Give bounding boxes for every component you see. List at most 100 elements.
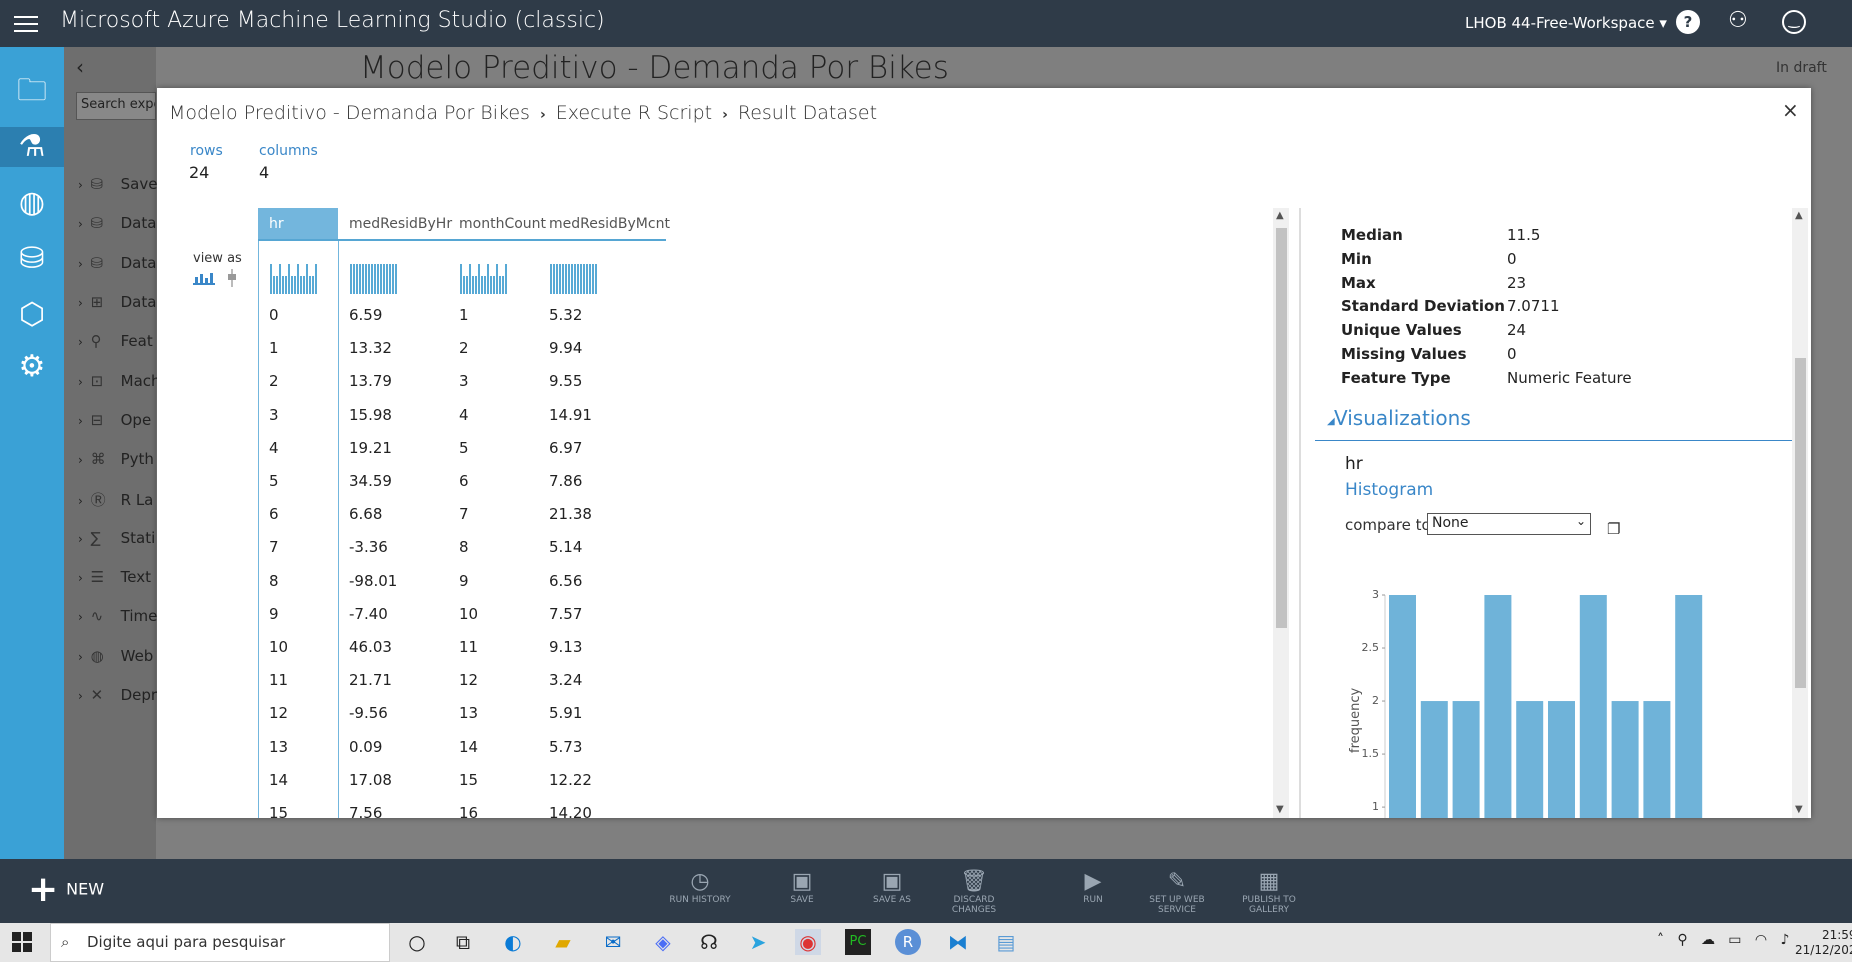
discard-changes-button[interactable]: 🗑 DISCARD CHANGES: [937, 869, 1011, 915]
scroll-up-icon[interactable]: ▲: [1276, 210, 1284, 221]
run-button[interactable]: ▶ RUN: [1056, 869, 1130, 905]
table-cell[interactable]: 15: [459, 771, 478, 789]
run-history-button[interactable]: ◷ RUN HISTORY: [663, 869, 737, 905]
table-cell[interactable]: 6: [269, 505, 279, 523]
table-cell[interactable]: 4: [269, 439, 279, 457]
table-cell[interactable]: 46.03: [349, 638, 392, 656]
close-button[interactable]: ×: [1782, 98, 1799, 122]
table-cell[interactable]: 1: [459, 306, 469, 324]
table-cell[interactable]: 14: [269, 771, 288, 789]
table-cell[interactable]: 13: [459, 704, 478, 722]
table-cell[interactable]: 4: [459, 406, 469, 424]
table-cell[interactable]: -9.56: [349, 704, 388, 722]
table-cell[interactable]: 6.59: [349, 306, 382, 324]
table-cell[interactable]: 3.24: [549, 671, 582, 689]
table-cell[interactable]: 9.13: [549, 638, 582, 656]
column-mini-histogram[interactable]: [270, 264, 318, 294]
table-cell[interactable]: 6.97: [549, 439, 582, 457]
scroll-down-icon[interactable]: ▼: [1795, 804, 1803, 815]
table-cell[interactable]: 21.38: [549, 505, 592, 523]
table-cell[interactable]: 10: [459, 605, 478, 623]
file-explorer-icon[interactable]: ▰: [550, 929, 576, 955]
table-cell[interactable]: 2: [459, 339, 469, 357]
table-cell[interactable]: 11: [459, 638, 478, 656]
task-view-icon[interactable]: ⧉: [450, 929, 476, 955]
edge-icon[interactable]: ◐: [500, 929, 526, 955]
column-mini-histogram[interactable]: [460, 264, 508, 294]
table-cell[interactable]: 5.91: [549, 704, 582, 722]
palette-category[interactable]: › ⊟ Ope: [78, 411, 151, 429]
column-header[interactable]: monthCount: [448, 208, 546, 241]
table-cell[interactable]: 7: [269, 538, 279, 556]
web-services-icon[interactable]: ◍: [10, 183, 54, 223]
app-window-icon[interactable]: ▤: [993, 929, 1019, 955]
palette-category[interactable]: › ☰ Text: [78, 568, 151, 586]
table-cell[interactable]: 14: [459, 738, 478, 756]
table-cell[interactable]: 9.94: [549, 339, 582, 357]
mail-icon[interactable]: ✉: [600, 929, 626, 955]
vscode-icon[interactable]: ⧓: [945, 929, 971, 955]
table-cell[interactable]: 13.79: [349, 372, 392, 390]
compare-to-select[interactable]: None ⌄: [1427, 513, 1591, 535]
table-cell[interactable]: 19.21: [349, 439, 392, 457]
experiments-icon[interactable]: ⚗: [0, 127, 64, 167]
scroll-up-icon[interactable]: ▲: [1795, 210, 1803, 221]
help-icon[interactable]: ?: [1676, 10, 1700, 34]
table-cell[interactable]: 12: [459, 671, 478, 689]
table-cell[interactable]: 0.09: [349, 738, 382, 756]
table-scrollbar[interactable]: ▲ ▼: [1273, 208, 1289, 818]
table-cell[interactable]: 12.22: [549, 771, 592, 789]
scroll-thumb[interactable]: [1795, 358, 1806, 688]
table-cell[interactable]: 8: [459, 538, 469, 556]
column-header[interactable]: hr: [258, 208, 338, 241]
palette-category[interactable]: › ⌘ Pyth: [78, 450, 154, 468]
table-cell[interactable]: -3.36: [349, 538, 388, 556]
save-as-button[interactable]: ▣ SAVE AS: [855, 869, 929, 905]
table-cell[interactable]: 5.32: [549, 306, 582, 324]
table-cell[interactable]: 14.20: [549, 804, 592, 818]
palette-category[interactable]: › ⛁ Data: [78, 214, 156, 232]
pycharm-icon[interactable]: PC: [845, 929, 871, 955]
table-cell[interactable]: 17.08: [349, 771, 392, 789]
community-icon[interactable]: ⚇: [1728, 8, 1748, 33]
scroll-down-icon[interactable]: ▼: [1276, 804, 1284, 815]
table-cell[interactable]: -7.40: [349, 605, 388, 623]
datasets-icon[interactable]: ⛁: [10, 239, 54, 279]
feedback-smiley-icon[interactable]: ‿: [1782, 10, 1806, 34]
table-cell[interactable]: 15: [269, 804, 288, 818]
system-tray[interactable]: ˄ ⚲ ☁ ▭ ◠ ♪: [1657, 932, 1789, 948]
table-cell[interactable]: 9: [459, 572, 469, 590]
trained-models-icon[interactable]: ⬡: [10, 295, 54, 335]
histogram-view-icon[interactable]: [193, 271, 215, 285]
table-cell[interactable]: -98.01: [349, 572, 397, 590]
palette-category[interactable]: › ⊞ Data: [78, 293, 156, 311]
table-cell[interactable]: 3: [269, 406, 279, 424]
palette-category[interactable]: › ✕ Depr: [78, 686, 157, 704]
table-cell[interactable]: 9: [269, 605, 279, 623]
telegram-icon[interactable]: ➤: [745, 929, 771, 955]
table-cell[interactable]: 9.55: [549, 372, 582, 390]
table-cell[interactable]: 11: [269, 671, 288, 689]
feedback-hub-icon[interactable]: ☊: [696, 929, 722, 955]
table-cell[interactable]: 15.98: [349, 406, 392, 424]
r-icon[interactable]: R: [895, 929, 921, 955]
table-cell[interactable]: 34.59: [349, 472, 392, 490]
table-cell[interactable]: 13: [269, 738, 288, 756]
palette-category[interactable]: › ∿ Time: [78, 607, 157, 625]
workspace-selector[interactable]: LHOB 44-Free-Workspace ▾: [1465, 14, 1667, 32]
table-cell[interactable]: 1: [269, 339, 279, 357]
table-cell[interactable]: 7: [459, 505, 469, 523]
cortana-icon[interactable]: ○: [404, 929, 430, 955]
table-cell[interactable]: 0: [269, 306, 279, 324]
visualizations-header[interactable]: Visualizations: [1334, 406, 1471, 430]
table-cell[interactable]: 7.57: [549, 605, 582, 623]
windows-start-icon[interactable]: [12, 932, 32, 952]
table-cell[interactable]: 10: [269, 638, 288, 656]
pane-divider[interactable]: [1299, 208, 1301, 818]
column-mini-histogram[interactable]: [550, 264, 598, 294]
palette-category[interactable]: › ⊡ Mach: [78, 372, 161, 390]
stats-scrollbar[interactable]: ▲ ▼: [1792, 208, 1808, 818]
app-icon[interactable]: ◈: [650, 929, 676, 955]
publish-to-gallery-button[interactable]: ▦ PUBLISH TO GALLERY: [1232, 869, 1306, 915]
palette-category[interactable]: › ⛁ Data: [78, 254, 156, 272]
